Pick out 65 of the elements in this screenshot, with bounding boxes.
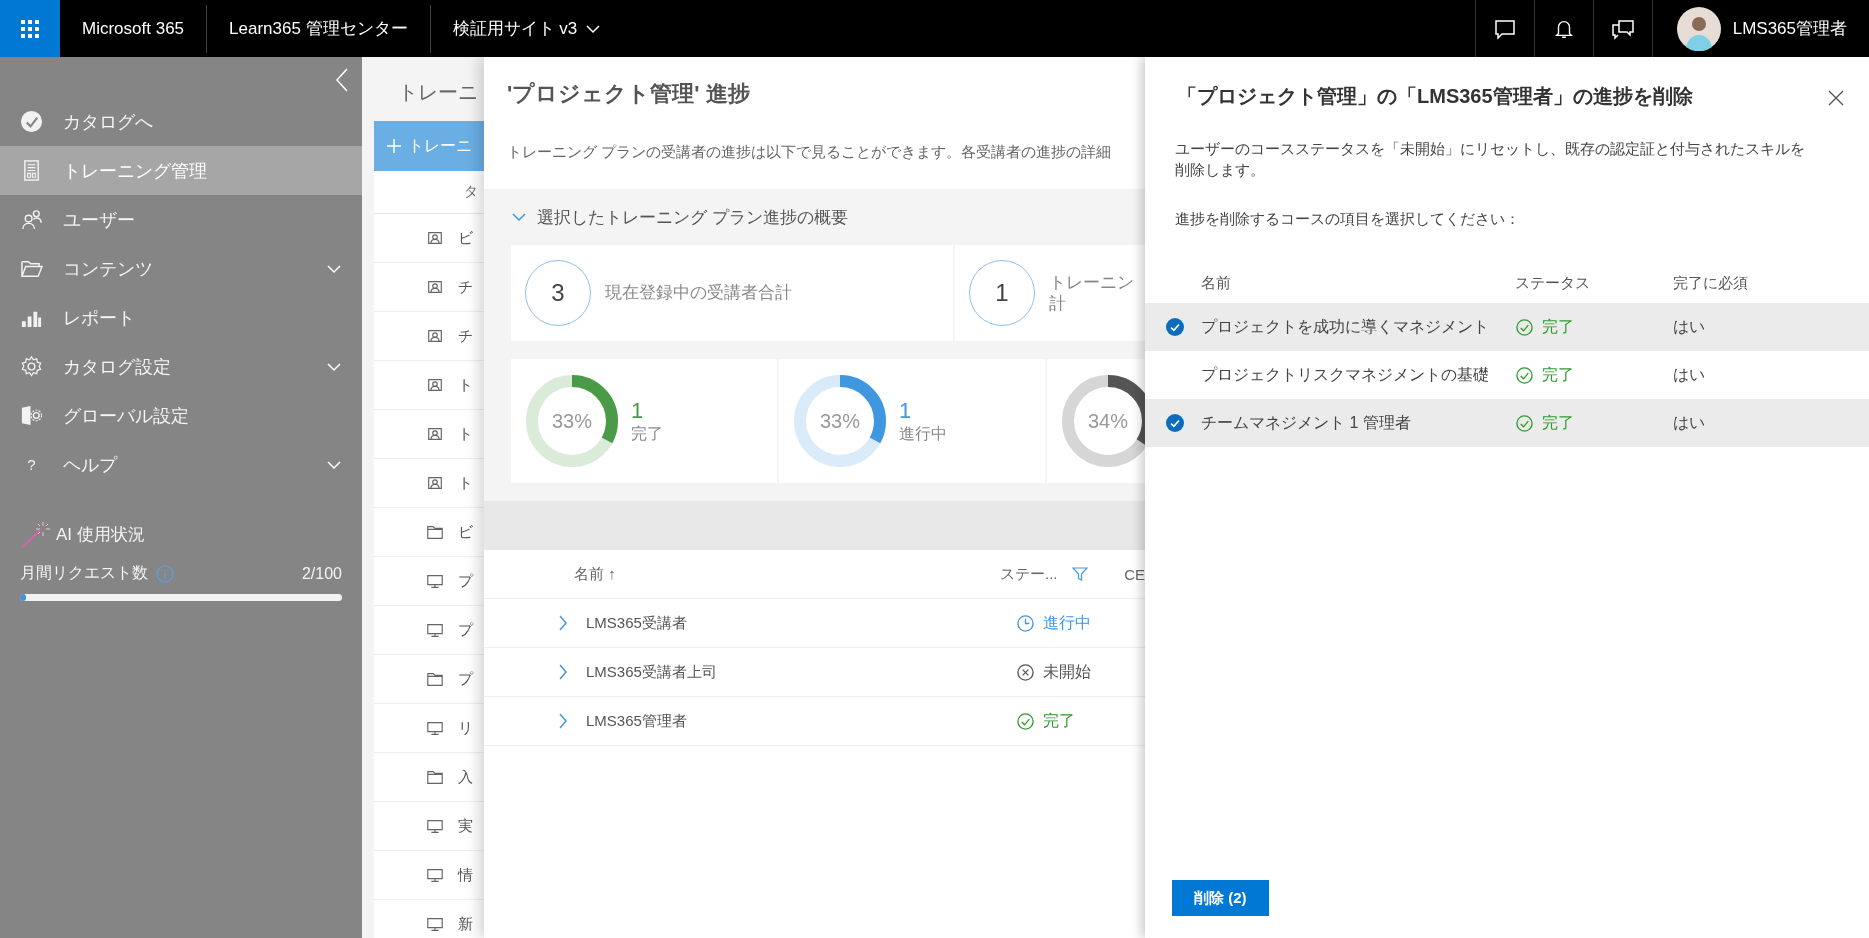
list-item[interactable]: ト — [458, 375, 473, 395]
required-value: はい — [1673, 316, 1705, 337]
panel-description: ユーザーのコースステータスを「未開始」にリセットし、既存の認定証と付与されたスキルを削除します。 — [1174, 139, 1806, 180]
stat-label: 現在登録中の受講者合計 — [605, 282, 792, 304]
delete-button[interactable]: 削除 (2) — [1172, 880, 1269, 916]
app-name[interactable]: Microsoft 365 — [60, 18, 207, 39]
learner-name: LMS365受講者 — [586, 613, 687, 633]
panel-description: トレーニング プランの受講者の進捗は以下で見ることができます。各受講者の進捗の詳細 — [506, 143, 1113, 162]
admin-center-name: Learn365 管理センター — [228, 18, 409, 40]
percent-label: 33% — [551, 408, 593, 434]
list-item[interactable]: リ — [458, 718, 473, 738]
count-value: 1 — [631, 397, 645, 424]
status-text: 進行中 — [1043, 612, 1092, 633]
list-item[interactable]: チ — [458, 326, 473, 346]
list-item[interactable]: ト — [458, 424, 473, 444]
column-header: 名前 — [1201, 273, 1232, 293]
status-text: 完了 — [1542, 364, 1574, 385]
panel-title: 「プロジェクト管理」の「LMS365管理者」の進捗を削除 — [1177, 84, 1694, 109]
request-label: 月間リクエスト数 — [20, 563, 148, 583]
status-label: 完了 — [631, 423, 663, 444]
list-item[interactable]: チ — [458, 277, 473, 297]
count-value: 1 — [899, 397, 913, 424]
stat-label: 計 — [1049, 293, 1067, 315]
request-count: 2/100 — [301, 564, 342, 583]
column-header[interactable]: 名前 ↑ — [484, 564, 1000, 584]
percent-label: 33% — [819, 408, 861, 434]
list-item[interactable]: プ — [458, 669, 473, 689]
help-icon: ? — [20, 453, 43, 476]
ai-usage-title: AI 使用状況 — [56, 523, 145, 546]
column-header[interactable]: タ — [464, 183, 478, 201]
list-item[interactable]: プ — [458, 620, 473, 640]
instruction-text: 進捗を削除するコースの項目を選択してください： — [1174, 209, 1521, 229]
status-text: 未開始 — [1043, 661, 1092, 682]
list-item[interactable]: 実 — [458, 816, 473, 836]
course-row[interactable]: チームマネジメント 1 管理者 完了 はい — [1145, 399, 1869, 447]
required-value: はい — [1673, 412, 1705, 433]
list-item[interactable]: ビ — [458, 228, 473, 248]
course-row[interactable]: プロジェクトを成功に導くマネジメント 完了 はい — [1145, 303, 1869, 351]
status-text: 完了 — [1542, 412, 1574, 433]
course-row[interactable]: プロジェクトリスクマネジメントの基礎 完了 はい — [1145, 351, 1869, 399]
stat-label: トレーニン — [1049, 271, 1134, 293]
course-name: プロジェクトリスクマネジメントの基礎 — [1201, 364, 1490, 385]
list-item[interactable]: ト — [458, 473, 473, 493]
page-title: トレーニ — [397, 80, 478, 105]
status-text: 完了 — [1542, 316, 1574, 337]
list-item[interactable]: 入 — [458, 767, 473, 787]
required-value: はい — [1673, 364, 1705, 385]
learner-name: LMS365管理者 — [586, 711, 687, 731]
list-item[interactable]: 情 — [458, 865, 473, 885]
list-item[interactable]: 新 — [458, 914, 473, 934]
panel-title: 'プロジェクト管理' 進捗 — [506, 80, 750, 108]
column-header: 完了に必須 — [1673, 273, 1748, 293]
column-header[interactable]: CE — [1124, 565, 1145, 583]
summary-header[interactable]: 選択したトレーニング プラン進捗の概要 — [511, 189, 1145, 245]
site-dropdown[interactable]: 検証用サイト v3 — [430, 17, 624, 40]
status-text: 完了 — [1043, 710, 1076, 731]
learner-name: LMS365受講者上司 — [586, 662, 717, 682]
percent-label: 34% — [1087, 408, 1129, 434]
status-label: 進行中 — [899, 423, 947, 444]
course-name: チームマネジメント 1 管理者 — [1201, 412, 1412, 433]
list-item[interactable]: ビ — [458, 522, 473, 542]
column-header[interactable]: ステー... — [1000, 564, 1058, 584]
column-header: ステータス — [1515, 273, 1591, 293]
list-item[interactable]: プ — [458, 571, 473, 591]
course-name: プロジェクトを成功に導くマネジメント — [1201, 316, 1490, 337]
